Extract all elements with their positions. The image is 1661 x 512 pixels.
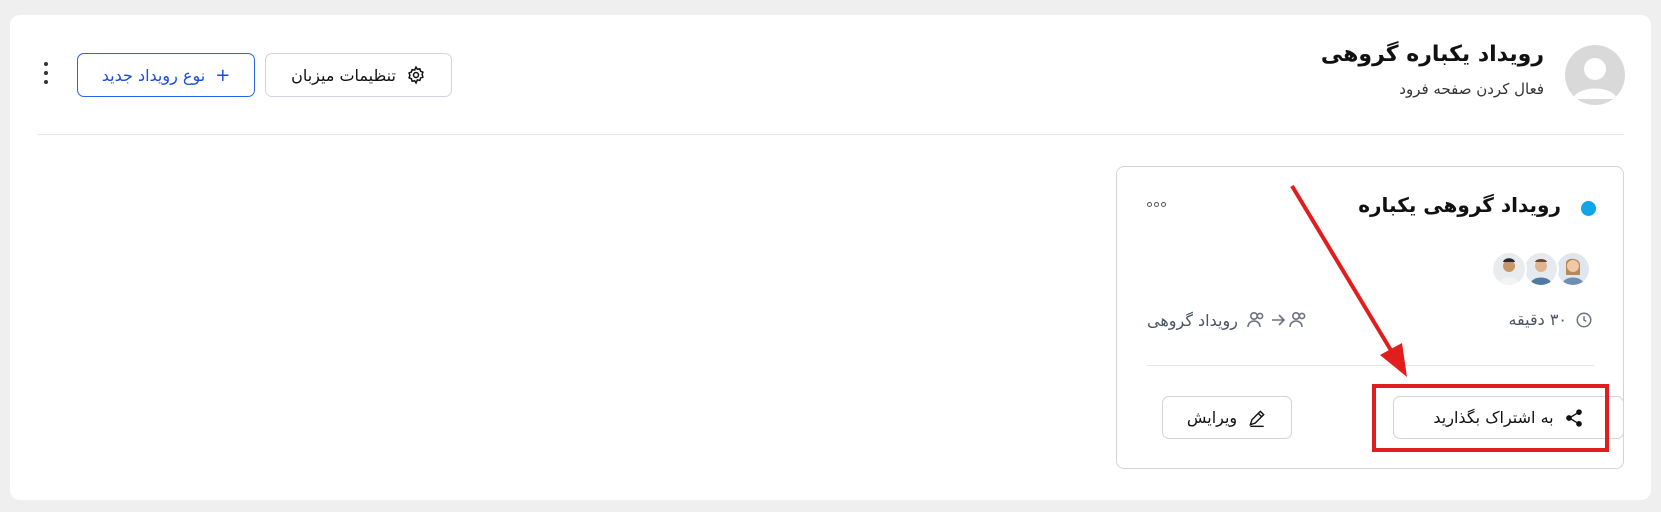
- participant-avatar: [1491, 251, 1527, 287]
- page-title: رویداد یکباره گروهی: [1320, 42, 1544, 67]
- clock-icon: [1575, 311, 1593, 329]
- avatar[interactable]: [1565, 45, 1625, 105]
- new-event-type-label: نوع رویداد جدید: [101, 65, 206, 85]
- pencil-icon: [1247, 408, 1267, 428]
- participants-avatars: [1491, 251, 1591, 287]
- event-card-title[interactable]: رویداد گروهی یکباره: [1358, 193, 1561, 217]
- status-dot: [1581, 201, 1596, 216]
- event-duration: ۳۰ دقیقه: [1508, 310, 1593, 329]
- gear-icon: [406, 65, 426, 85]
- participant-avatar: [1555, 251, 1591, 287]
- group-to-group-icon: [1246, 310, 1312, 330]
- edit-button[interactable]: ویرایش: [1162, 396, 1292, 439]
- kebab-menu-icon[interactable]: [40, 62, 52, 84]
- event-kind-label: رویداد گروهی: [1147, 310, 1238, 330]
- duration-label: ۳۰ دقیقه: [1508, 310, 1567, 329]
- host-settings-label: تنظیمات میزبان: [291, 65, 396, 85]
- event-kind: رویداد گروهی: [1147, 310, 1312, 330]
- new-event-type-button[interactable]: + نوع رویداد جدید: [77, 53, 255, 97]
- header-divider: [38, 134, 1624, 135]
- ellipsis-icon[interactable]: [1147, 202, 1166, 207]
- page-subtitle[interactable]: فعال کردن صفحه فرود: [1399, 80, 1544, 98]
- card-divider: [1147, 365, 1594, 366]
- edit-label: ویرایش: [1186, 408, 1238, 427]
- share-highlight-box: [1372, 384, 1609, 452]
- host-settings-button[interactable]: تنظیمات میزبان: [265, 53, 452, 97]
- plus-icon: +: [215, 64, 231, 86]
- participant-avatar: [1523, 251, 1559, 287]
